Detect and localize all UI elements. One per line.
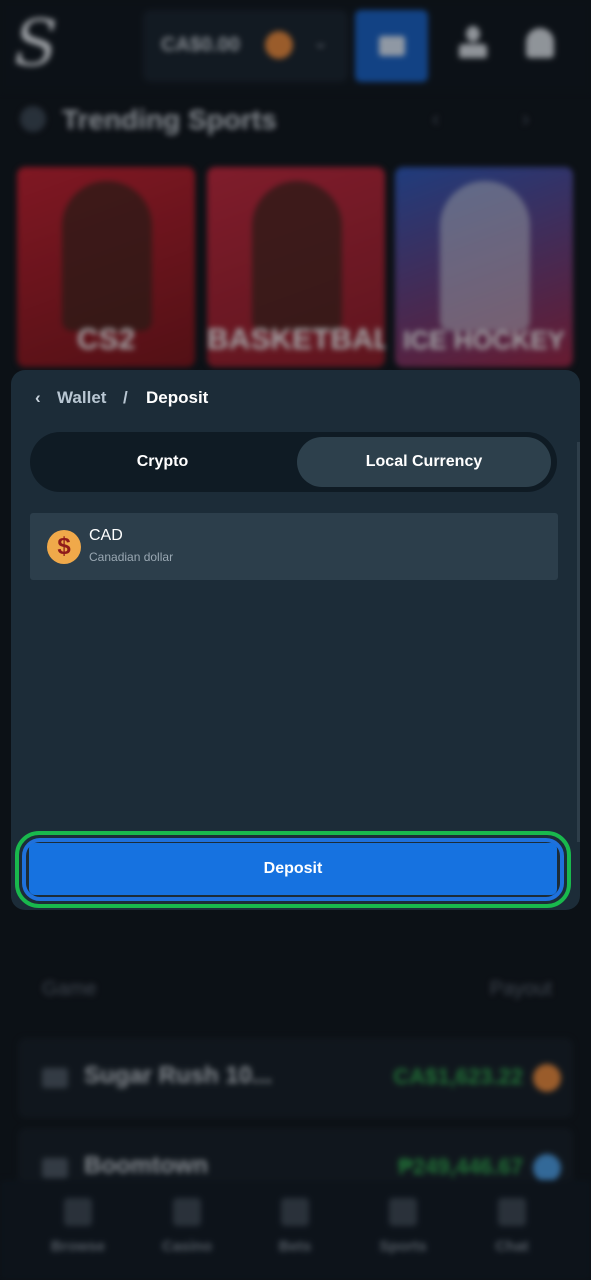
deposit-button[interactable]: Deposit (29, 843, 557, 895)
deposit-type-toggle: Crypto Local Currency (30, 432, 557, 492)
currency-name: Canadian dollar (89, 550, 174, 564)
currency-option-cad[interactable]: $ CAD Canadian dollar (30, 513, 558, 580)
breadcrumb-separator: / (123, 388, 128, 407)
breadcrumb-current: Deposit (146, 388, 209, 407)
deposit-modal: ‹ Wallet / Deposit Crypto Local Currency… (11, 370, 580, 910)
breadcrumb-wallet-link[interactable]: Wallet (57, 388, 106, 408)
dollar-coin-icon: $ (47, 530, 81, 564)
chevron-left-icon[interactable]: ‹ (35, 388, 41, 408)
scrollbar[interactable] (577, 442, 580, 842)
currency-code: CAD (89, 527, 123, 544)
tab-local-currency[interactable]: Local Currency (297, 437, 551, 487)
tab-crypto[interactable]: Crypto (36, 437, 289, 487)
